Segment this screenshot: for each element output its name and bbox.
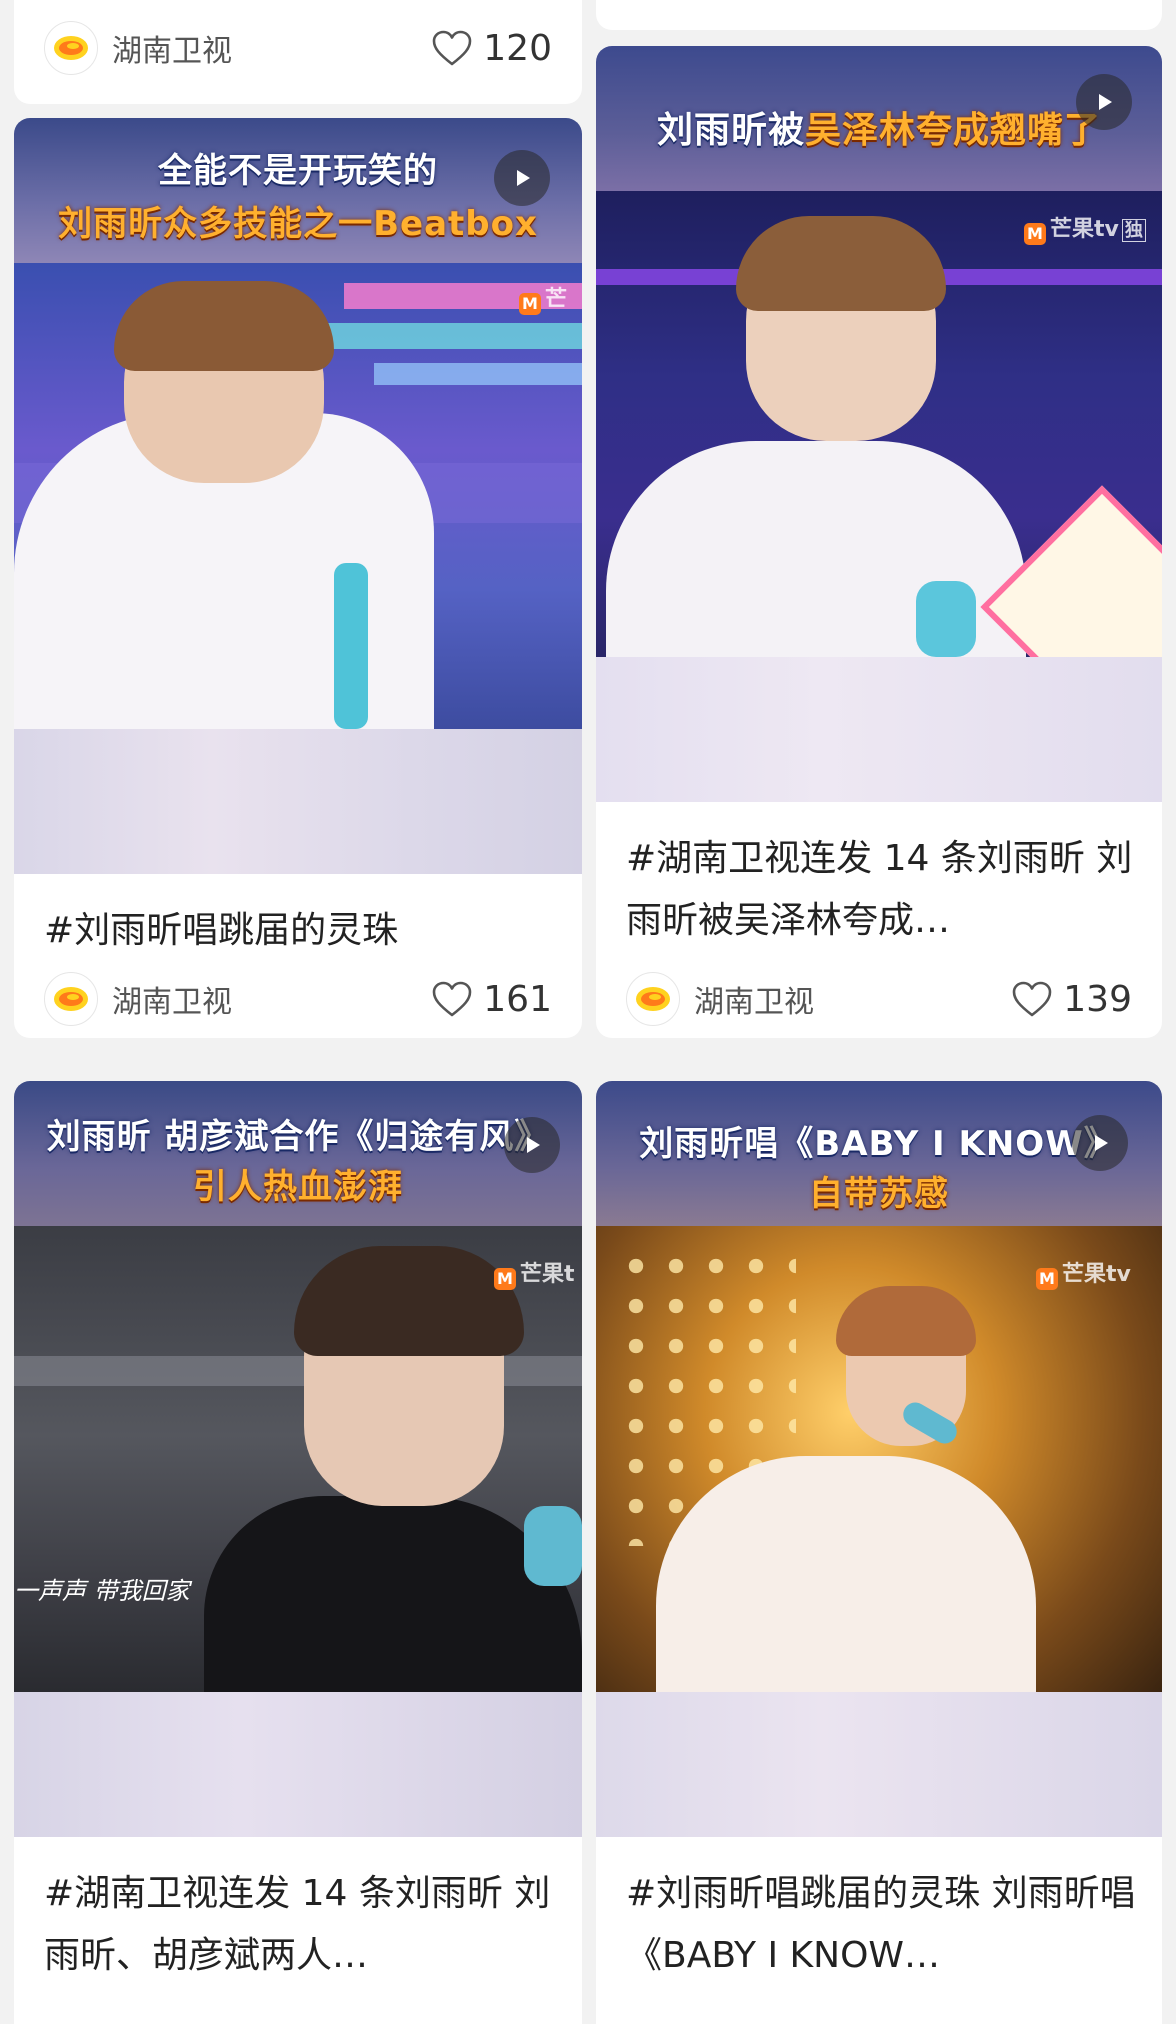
play-button[interactable] (1072, 1115, 1128, 1171)
overlay-caption-line2: 自带苏感 (809, 1174, 949, 1214)
video-thumbnail[interactable]: M 芒果tv 独 刘雨昕被吴泽林夸成翘嘴了 (596, 46, 1162, 802)
author[interactable]: 湖南卫视 (44, 972, 232, 1026)
microphone (916, 581, 976, 657)
lyric-subtitle: 一声声 带我回家 (14, 1577, 190, 1605)
video-card[interactable]: 湖南卫视 120 (14, 0, 582, 104)
mango-tv-watermark: M 芒果tv (1036, 1256, 1131, 1290)
like-count: 120 (483, 27, 552, 69)
avatar (626, 972, 680, 1026)
performer-hair (114, 281, 334, 371)
overlay-caption-line1b: 吴泽林夸成翘嘴了 (805, 110, 1102, 151)
stage-light (314, 323, 582, 349)
microphone (524, 1506, 582, 1586)
post-title[interactable]: #刘雨昕唱跳届的灵珠 (44, 900, 558, 962)
avatar (44, 21, 98, 75)
like-count: 161 (483, 978, 552, 1020)
mango-tv-watermark: M 芒果t (494, 1256, 575, 1290)
heart-icon (1012, 981, 1052, 1017)
like-button[interactable]: 120 (431, 28, 552, 69)
play-icon (517, 170, 530, 186)
avatar (44, 972, 98, 1026)
stage-scene: M 芒果tv (596, 1226, 1162, 1692)
hunan-tv-logo-icon (54, 987, 88, 1011)
microphone (334, 563, 368, 729)
video-thumbnail[interactable]: M 芒果t 一声声 带我回家 刘雨昕 胡彦斌合作《归途有风》 引人热血澎湃 (14, 1081, 582, 1837)
performer (656, 1456, 1036, 1692)
post-title[interactable]: #湖南卫视连发 14 条刘雨昕 刘雨昕、胡彦斌两人… (44, 1863, 558, 1987)
video-card[interactable]: M 芒果tv 刘雨昕唱《BABY I KNOW》 自带苏感 #刘雨昕唱跳届的灵珠 … (596, 1081, 1162, 2024)
video-thumbnail[interactable]: M芒 全能不是开玩笑的 刘雨昕众多技能之一Beatbox (14, 118, 582, 874)
play-icon (1095, 1135, 1108, 1151)
video-card[interactable]: M芒 全能不是开玩笑的 刘雨昕众多技能之一Beatbox #刘雨昕唱跳届的灵珠 (14, 118, 582, 1038)
video-card[interactable]: M 芒果tv 独 刘雨昕被吴泽林夸成翘嘴了 #湖南卫视连发 14 条刘雨昕 刘雨昕被… (596, 46, 1162, 1038)
thumbnail-blur (596, 1692, 1162, 1837)
like-button[interactable]: 139 (1011, 979, 1132, 1020)
like-count: 139 (1063, 978, 1132, 1020)
video-feed: 湖南卫视 120 M 芒 全能不是开玩笑的 刘雨昕众多技能之一Beatbox #… (0, 0, 1176, 2024)
author-name: 湖南卫视 (694, 985, 814, 1020)
performer-hair (836, 1286, 976, 1356)
play-button[interactable] (504, 1117, 560, 1173)
stage-scene: M 芒果t 一声声 带我回家 (14, 1226, 582, 1692)
play-button[interactable] (494, 150, 550, 206)
play-icon (1099, 94, 1112, 110)
post-title[interactable]: #湖南卫视连发 14 条刘雨昕 刘雨昕被吴泽林夸成… (626, 828, 1138, 952)
stage-light (374, 363, 582, 385)
author-name: 湖南卫视 (112, 34, 232, 69)
mango-tv-watermark: M芒 (519, 281, 567, 315)
thumbnail-blur (14, 1692, 582, 1837)
overlay-caption-line1: 刘雨昕被 (656, 110, 805, 151)
like-button[interactable]: 161 (431, 979, 552, 1020)
stage-scene: M 芒果tv 独 (596, 191, 1162, 729)
card-meta: 湖南卫视 161 (44, 971, 552, 1027)
author[interactable]: 湖南卫视 (44, 21, 232, 75)
hunan-tv-logo-icon (54, 36, 88, 60)
play-icon (527, 1137, 540, 1153)
heart-icon (432, 30, 472, 66)
performer-hair (294, 1246, 524, 1356)
hunan-tv-logo-icon (636, 987, 670, 1011)
card-meta: 湖南卫视 120 (44, 20, 552, 76)
thumbnail-blur (14, 729, 582, 874)
card-meta: 湖南卫视 139 (626, 971, 1132, 1027)
video-card[interactable] (596, 0, 1162, 30)
overlay-caption-line1: 刘雨昕 胡彦斌合作《归途有风》 (46, 1117, 550, 1157)
post-title[interactable]: #刘雨昕唱跳届的灵珠 刘雨昕唱《BABY I KNOW… (626, 1863, 1138, 1987)
overlay-caption-line2: 引人热血澎湃 (193, 1167, 403, 1207)
stage-scene: M芒 (14, 263, 582, 729)
heart-icon (432, 981, 472, 1017)
author[interactable]: 湖南卫视 (626, 972, 814, 1026)
performer-hair (736, 216, 946, 311)
mango-tv-watermark: M 芒果tv 独 (1024, 211, 1146, 245)
play-button[interactable] (1076, 74, 1132, 130)
author-name: 湖南卫视 (112, 985, 232, 1020)
thumbnail-blur (596, 657, 1162, 802)
overlay-caption-line2: 刘雨昕众多技能之一Beatbox (58, 204, 538, 244)
video-thumbnail[interactable]: M 芒果tv 刘雨昕唱《BABY I KNOW》 自带苏感 (596, 1081, 1162, 1837)
video-card[interactable]: M 芒果t 一声声 带我回家 刘雨昕 胡彦斌合作《归途有风》 引人热血澎湃 #湖南… (14, 1081, 582, 2024)
